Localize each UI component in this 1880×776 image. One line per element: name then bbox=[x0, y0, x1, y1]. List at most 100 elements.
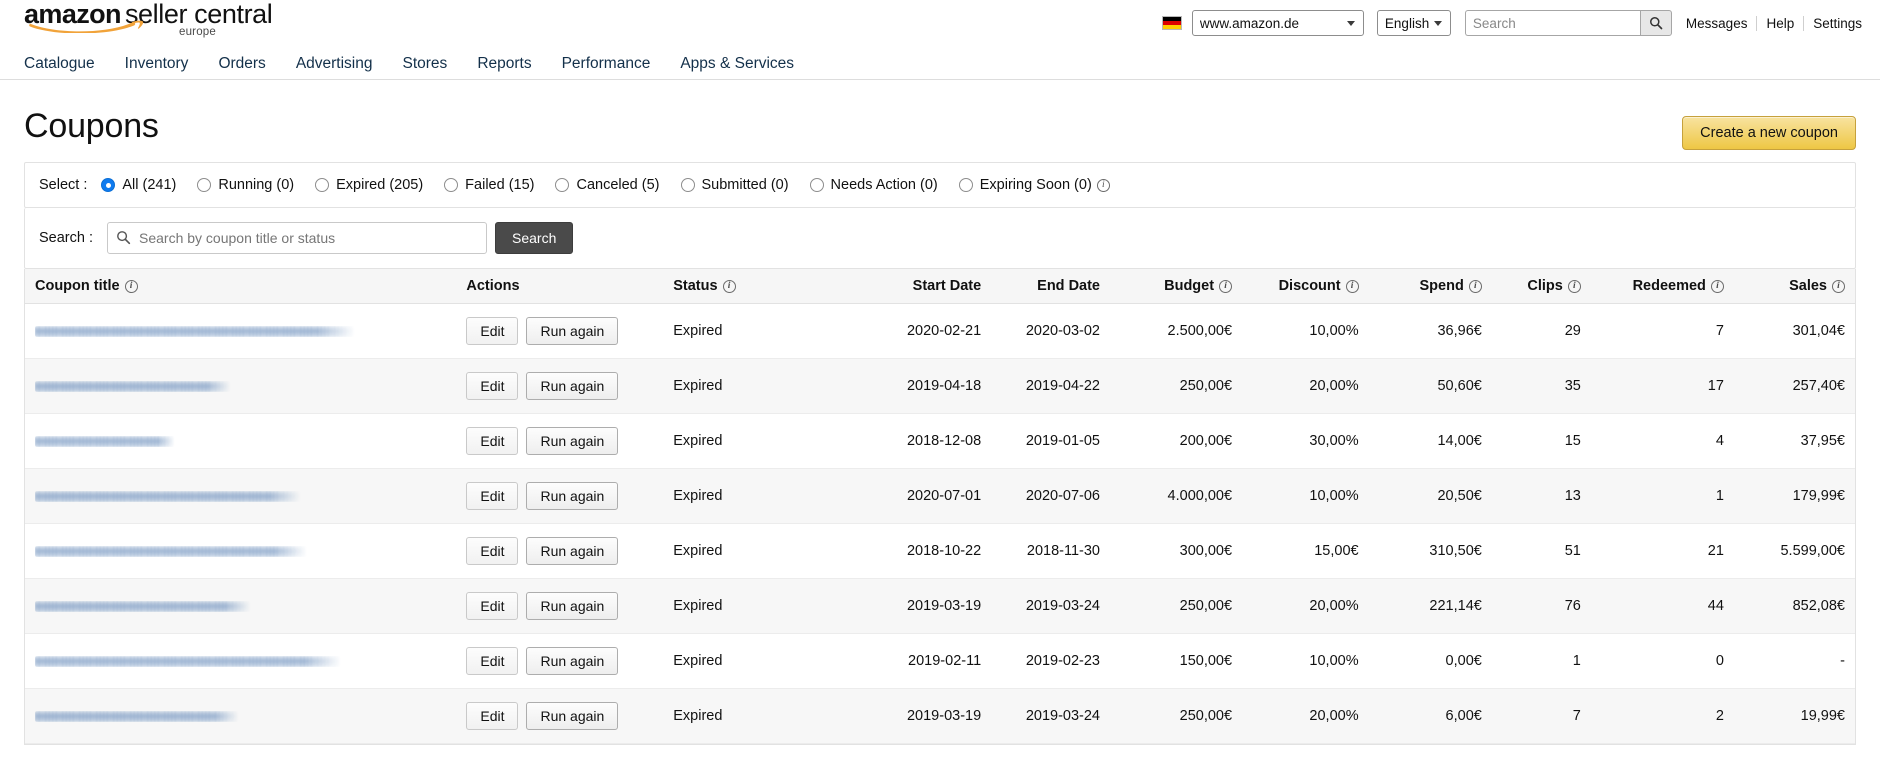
column-header-actions: Actions bbox=[456, 269, 664, 304]
run-again-button[interactable]: Run again bbox=[526, 427, 619, 455]
header-link-settings[interactable]: Settings bbox=[1813, 16, 1862, 31]
info-icon[interactable]: i bbox=[124, 280, 138, 293]
radio-icon[interactable] bbox=[197, 178, 212, 192]
edit-button[interactable]: Edit bbox=[466, 702, 519, 730]
amazon-wordmark: amazon bbox=[24, 0, 122, 29]
cell-status: Expired bbox=[663, 523, 873, 579]
info-icon[interactable]: i bbox=[1832, 280, 1845, 293]
marketplace-select-wrap[interactable]: www.amazon.de bbox=[1191, 10, 1364, 36]
nav-item-inventory[interactable]: Inventory bbox=[125, 55, 189, 73]
column-header-end-date[interactable]: End Date bbox=[991, 269, 1110, 304]
radio-icon[interactable] bbox=[444, 178, 459, 192]
cell-spend: 310,50€ bbox=[1368, 523, 1492, 579]
info-icon[interactable]: i bbox=[1345, 280, 1359, 293]
info-icon[interactable]: i bbox=[1468, 280, 1482, 293]
radio-icon[interactable] bbox=[315, 178, 330, 192]
cell-end-date: 2019-03-24 bbox=[991, 578, 1110, 634]
radio-icon[interactable] bbox=[680, 178, 695, 192]
run-again-button[interactable]: Run again bbox=[526, 537, 619, 565]
run-again-button[interactable]: Run again bbox=[526, 372, 619, 400]
column-header-spend[interactable]: Spend i bbox=[1368, 269, 1492, 304]
cell-budget: 300,00€ bbox=[1110, 523, 1243, 579]
run-again-button[interactable]: Run again bbox=[526, 702, 619, 730]
header-search-button[interactable] bbox=[1639, 10, 1672, 36]
cell-start-date: 2018-10-22 bbox=[872, 523, 992, 579]
filter-radio-all[interactable]: All (241) bbox=[101, 177, 176, 193]
column-header-status[interactable]: Status i bbox=[663, 269, 873, 304]
cell-status: Expired bbox=[663, 303, 873, 359]
coupons-table: Coupon title i Actions Status i Start Date… bbox=[25, 269, 1855, 744]
cell-budget: 200,00€ bbox=[1110, 413, 1243, 469]
cell-clips: 13 bbox=[1491, 468, 1591, 524]
nav-item-apps-services[interactable]: Apps & Services bbox=[680, 55, 794, 73]
run-again-button[interactable]: Run again bbox=[526, 592, 619, 620]
coupon-search-box[interactable] bbox=[107, 222, 487, 254]
header-search-input[interactable] bbox=[1464, 10, 1640, 36]
run-again-button[interactable]: Run again bbox=[526, 647, 619, 675]
cell-sales: - bbox=[1733, 633, 1855, 689]
filter-radio-needs-action[interactable]: Needs Action (0) bbox=[809, 177, 938, 193]
cell-sales: 37,95€ bbox=[1733, 413, 1855, 469]
edit-button[interactable]: Edit bbox=[466, 647, 519, 675]
info-icon[interactable]: i bbox=[1567, 280, 1581, 293]
filter-radio-running[interactable]: Running (0) bbox=[197, 177, 294, 193]
nav-item-catalogue[interactable]: Catalogue bbox=[24, 55, 95, 73]
column-header-budget[interactable]: Budget i bbox=[1110, 269, 1243, 304]
cell-redeemed: 7 bbox=[1590, 303, 1734, 359]
info-icon[interactable]: i bbox=[1710, 280, 1724, 293]
column-label: Discount bbox=[1278, 278, 1341, 294]
column-header-clips[interactable]: Clips i bbox=[1491, 269, 1591, 304]
nav-item-orders[interactable]: Orders bbox=[218, 55, 265, 73]
cell-clips: 15 bbox=[1491, 413, 1591, 469]
header-link-divider bbox=[1803, 15, 1805, 31]
coupon-search-input[interactable] bbox=[107, 222, 487, 254]
column-header-start-date[interactable]: Start Date bbox=[872, 269, 992, 304]
edit-button[interactable]: Edit bbox=[466, 372, 519, 400]
header-search[interactable] bbox=[1464, 10, 1672, 36]
filter-radio-expired[interactable]: Expired (205) bbox=[315, 177, 423, 193]
info-icon[interactable]: i bbox=[722, 280, 736, 293]
edit-button[interactable]: Edit bbox=[466, 482, 519, 510]
cell-start-date: 2019-03-19 bbox=[872, 688, 992, 744]
nav-item-advertising[interactable]: Advertising bbox=[296, 55, 373, 73]
column-header-sales[interactable]: Sales i bbox=[1733, 269, 1855, 304]
radio-icon[interactable] bbox=[809, 178, 824, 192]
coupon-search-button[interactable]: Search bbox=[495, 222, 574, 254]
radio-icon[interactable] bbox=[958, 178, 973, 192]
info-icon[interactable]: i bbox=[1219, 280, 1233, 293]
redacted-coupon-title bbox=[35, 710, 239, 722]
info-icon[interactable]: i bbox=[1096, 178, 1110, 192]
language-select[interactable]: English bbox=[1376, 10, 1451, 36]
filter-radio-failed[interactable]: Failed (15) bbox=[444, 177, 534, 193]
nav-item-stores[interactable]: Stores bbox=[403, 55, 448, 73]
filter-radio-canceled[interactable]: Canceled (5) bbox=[555, 177, 660, 193]
filter-label-expiring-soon: Expiring Soon (0) bbox=[979, 177, 1092, 193]
run-again-button[interactable]: Run again bbox=[526, 482, 619, 510]
cell-sales: 19,99€ bbox=[1733, 688, 1855, 744]
cell-status: Expired bbox=[663, 358, 873, 414]
amazon-seller-central-logo[interactable]: amazon seller central europe bbox=[24, 0, 273, 39]
edit-button[interactable]: Edit bbox=[466, 427, 519, 455]
radio-icon[interactable] bbox=[101, 178, 116, 192]
nav-item-performance[interactable]: Performance bbox=[562, 55, 651, 73]
create-new-coupon-button[interactable]: Create a new coupon bbox=[1682, 116, 1856, 150]
filter-radio-expiring-soon[interactable]: Expiring Soon (0) i bbox=[958, 177, 1110, 193]
cell-budget: 250,00€ bbox=[1110, 578, 1243, 634]
edit-button[interactable]: Edit bbox=[466, 317, 519, 345]
edit-button[interactable]: Edit bbox=[466, 592, 519, 620]
marketplace-select[interactable]: www.amazon.de bbox=[1191, 10, 1364, 36]
column-header-discount[interactable]: Discount i bbox=[1242, 269, 1369, 304]
language-select-wrap[interactable]: English bbox=[1376, 10, 1451, 36]
filter-radio-submitted[interactable]: Submitted (0) bbox=[680, 177, 789, 193]
run-again-button[interactable]: Run again bbox=[526, 317, 619, 345]
column-header-redeemed[interactable]: Redeemed i bbox=[1590, 269, 1734, 304]
column-header-coupon-title[interactable]: Coupon title i bbox=[25, 269, 457, 304]
column-label: Status bbox=[673, 278, 718, 294]
search-label: Search : bbox=[39, 230, 93, 246]
radio-icon[interactable] bbox=[555, 178, 570, 192]
cell-actions: Edit Run again bbox=[456, 413, 664, 469]
edit-button[interactable]: Edit bbox=[466, 537, 519, 565]
nav-item-reports[interactable]: Reports bbox=[477, 55, 531, 73]
header-link-help[interactable]: Help bbox=[1766, 16, 1794, 31]
header-link-messages[interactable]: Messages bbox=[1686, 16, 1748, 31]
